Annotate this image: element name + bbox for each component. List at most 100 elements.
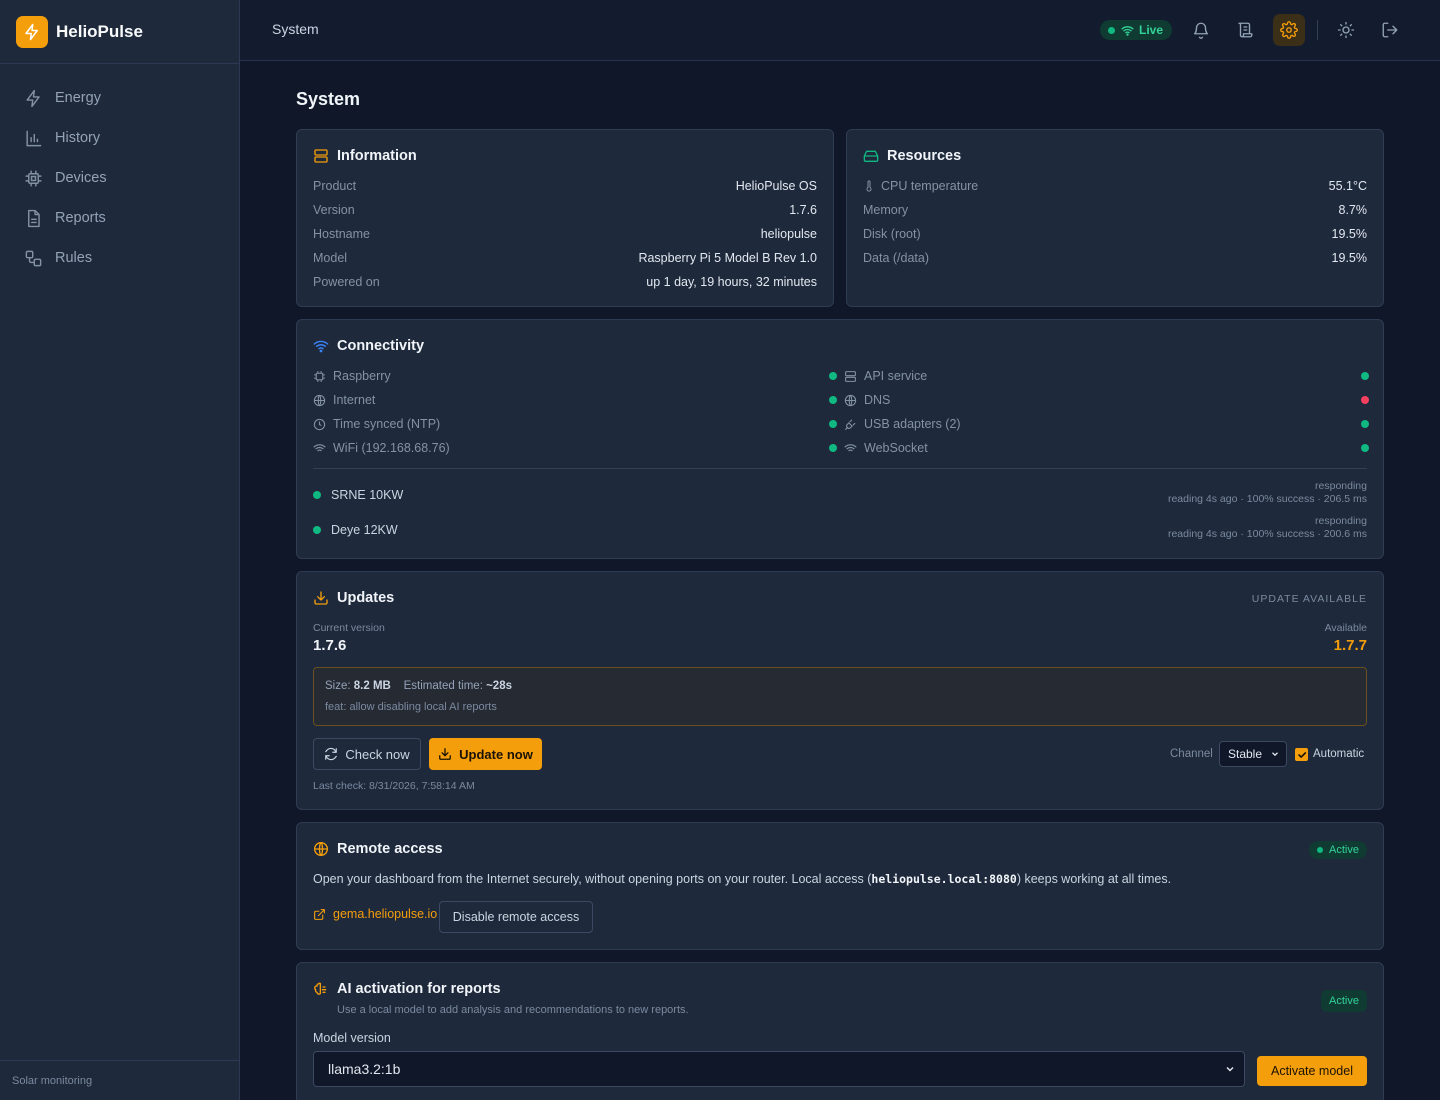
- sidebar-item-energy[interactable]: Energy: [0, 78, 239, 118]
- settings-button[interactable]: [1273, 14, 1305, 46]
- available-version: 1.7.7: [1333, 637, 1367, 654]
- conn-label: WebSocket: [844, 441, 928, 455]
- chip-icon: [314, 370, 325, 382]
- wifi-icon: [313, 340, 329, 353]
- conn-label-text: Internet: [333, 393, 376, 407]
- status-dot-ok: [313, 526, 321, 534]
- sidebar-item-label: Devices: [55, 170, 107, 186]
- resource-row-data: Data (/data) 19.5%: [863, 249, 1367, 267]
- size-label: Size:: [325, 680, 351, 692]
- info-value: heliopulse: [760, 227, 817, 241]
- sidebar-item-devices[interactable]: Devices: [0, 158, 239, 198]
- activate-model-label: Activate model: [1271, 1064, 1353, 1078]
- update-now-label: Update now: [459, 746, 533, 762]
- info-value: HelioPulse OS: [735, 179, 817, 193]
- brain-icon: [314, 982, 327, 995]
- info-key: Powered on: [313, 275, 380, 289]
- sidebar-item-rules[interactable]: Rules: [0, 238, 239, 278]
- device-status-text: responding: [1315, 480, 1367, 492]
- brand[interactable]: HelioPulse: [0, 0, 239, 64]
- notifications-button[interactable]: [1185, 14, 1217, 46]
- conn-label: WiFi (192.168.68.76): [313, 441, 450, 455]
- remote-url-link[interactable]: gema.heliopulse.io: [313, 907, 437, 921]
- remote-desc-pre: Open your dashboard from the Internet se…: [313, 872, 872, 886]
- status-dot-ok: [313, 491, 321, 499]
- status-dot-ok: [829, 372, 837, 380]
- size-value: 8.2 MB: [353, 680, 391, 692]
- info-row-version: Version 1.7.6: [313, 201, 817, 219]
- status-dot-ok: [829, 396, 837, 404]
- remote-status-text: Active: [1329, 844, 1359, 856]
- wifi-icon: [313, 443, 326, 451]
- connectivity-divider: [313, 468, 1367, 469]
- conn-label: DNS: [844, 393, 890, 407]
- resource-key: CPU temperature: [863, 179, 978, 193]
- live-label: Live: [1139, 23, 1164, 37]
- remote-desc-post: ) keeps working at all times.: [1016, 872, 1172, 886]
- bell-icon: [1193, 22, 1209, 39]
- information-title: Information: [337, 148, 417, 164]
- resources-header: Resources: [863, 148, 961, 164]
- info-value: 1.7.6: [789, 203, 817, 217]
- model-version-select[interactable]: llama3.2:1b: [313, 1051, 1245, 1087]
- remote-url-text: gema.heliopulse.io: [333, 907, 438, 921]
- check-now-button[interactable]: Check now: [313, 738, 421, 770]
- connectivity-card: Connectivity Raspberry Internet Time syn…: [296, 319, 1384, 559]
- bolt-icon: [26, 89, 40, 107]
- info-key: Hostname: [313, 227, 370, 241]
- disable-remote-access-button[interactable]: Disable remote access: [439, 901, 593, 933]
- logout-button[interactable]: [1374, 14, 1406, 46]
- topbar-divider: [1317, 20, 1318, 40]
- channel-select[interactable]: Stable: [1219, 741, 1287, 767]
- info-value: up 1 day, 19 hours, 32 minutes: [646, 275, 817, 289]
- update-state-label: UPDATE AVAILABLE: [1251, 593, 1367, 605]
- current-version-label: Current version: [313, 622, 385, 634]
- status-dot-ok: [1361, 420, 1369, 428]
- status-dot-error: [1361, 396, 1369, 404]
- device-status-detail: reading 4s ago · 100% success · 200.6 ms: [1167, 528, 1367, 540]
- ai-activation-subtitle: Use a local model to add analysis and re…: [337, 1004, 689, 1016]
- resource-key: Data (/data): [863, 251, 930, 265]
- conn-label: Internet: [313, 393, 375, 407]
- plug-icon: [845, 419, 856, 430]
- conn-wifi: WiFi (192.168.68.76): [313, 439, 837, 457]
- sidebar-item-history[interactable]: History: [0, 118, 239, 158]
- resource-value: 55.1°C: [1328, 179, 1367, 193]
- bolt-logo-icon: [16, 15, 48, 48]
- activate-model-button[interactable]: Activate model: [1257, 1056, 1367, 1086]
- info-row-hostname: Hostname heliopulse: [313, 225, 817, 243]
- automatic-checkbox[interactable]: [1295, 748, 1308, 761]
- info-key: Version: [313, 203, 355, 217]
- download-icon: [314, 591, 328, 605]
- ai-activation-card: AI activation for reports Use a local mo…: [296, 962, 1384, 1100]
- remote-access-title: Remote access: [337, 841, 443, 857]
- device-status: responding reading 4s ago · 100% success…: [1168, 480, 1367, 506]
- conn-label: USB adapters (2): [844, 417, 961, 431]
- sidebar-item-reports[interactable]: Reports: [0, 198, 239, 238]
- resource-key-text: CPU temperature: [881, 179, 979, 193]
- topbar-title: System: [272, 21, 319, 37]
- device-status-text: responding: [1315, 515, 1367, 527]
- connectivity-title: Connectivity: [337, 338, 425, 354]
- gear-icon: [1280, 21, 1298, 39]
- download-icon: [439, 748, 452, 760]
- resource-value: 19.5%: [1331, 251, 1367, 265]
- resource-row-memory: Memory 8.7%: [863, 201, 1367, 219]
- clock-icon: [313, 418, 326, 430]
- device-status-detail: reading 4s ago · 100% success · 206.5 ms: [1167, 493, 1367, 505]
- device-row: SRNE 10KW responding reading 4s ago · 10…: [313, 480, 1367, 510]
- update-details-box: Size: 8.2 MB Estimated time: ~28s feat: …: [313, 667, 1367, 726]
- channel-label: Channel: [1170, 748, 1213, 760]
- device-name: SRNE 10KW: [313, 488, 403, 502]
- remote-access-header: Remote access: [313, 841, 443, 857]
- updates-title: Updates: [337, 590, 395, 606]
- live-dot: [1108, 26, 1115, 34]
- conn-label-text: API service: [864, 369, 928, 383]
- conn-label-text: Raspberry: [333, 369, 391, 383]
- last-check: Last check: 8/31/2026, 7:58:14 AM: [313, 780, 475, 792]
- topbar: System Live: [240, 0, 1440, 61]
- page-title: System: [296, 89, 361, 109]
- theme-toggle-button[interactable]: [1330, 14, 1362, 46]
- update-now-button[interactable]: Update now: [429, 738, 542, 770]
- logs-button[interactable]: [1229, 14, 1261, 46]
